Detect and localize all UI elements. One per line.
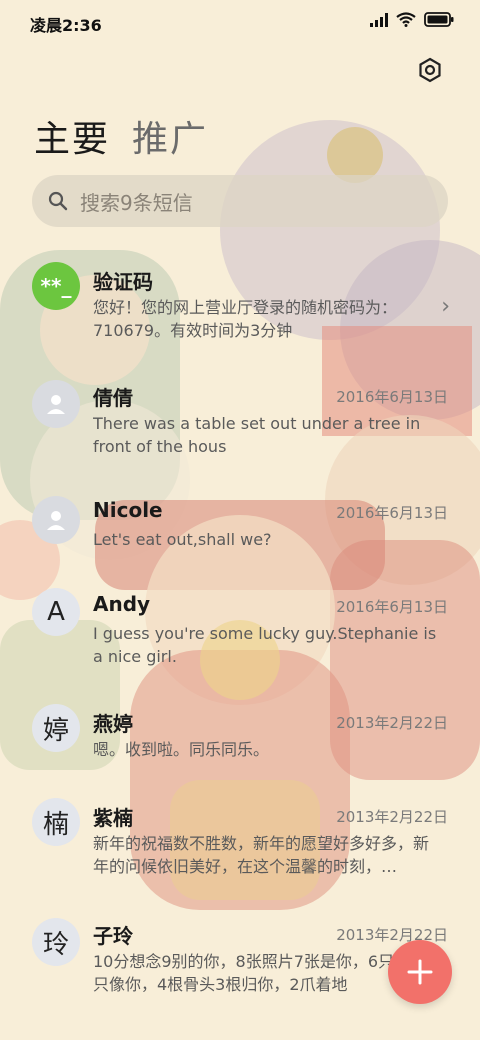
message-preview: 您好！您的网上营业厅登录的随机密码为：710679。有效时间为3分钟 [93,298,398,340]
settings-icon [419,57,441,83]
search-bar[interactable]: 搜索9条短信 [32,175,448,227]
status-bar: 凌晨2:36 [0,0,480,44]
conversation-item[interactable]: **_ 验证码 您好！您的网上营业厅登录的随机密码为：710679。有效时间为3… [0,250,480,360]
message-date: 2016年6月13日 [336,388,448,406]
avatar: A [32,588,80,636]
search-icon [48,191,68,211]
avatar: 楠 [32,798,80,846]
message-date: 2013年2月22日 [336,808,448,826]
conversation-item[interactable]: 婷 燕婷 2013年2月22日 嗯。收到啦。同乐同乐。 [0,700,480,790]
conversation-item[interactable]: A Andy 2016年6月13日 I guess you're some lu… [0,584,480,694]
sender-name: 紫楠 [93,806,133,830]
conversation-item[interactable]: Nicole 2016年6月13日 Let's eat out,shall we… [0,488,480,578]
search-placeholder: 搜索9条短信 [80,190,193,215]
avatar [32,496,80,544]
message-date: 2016年6月13日 [336,598,448,616]
conversation-item[interactable]: 楠 紫楠 2013年2月22日 新年的祝福数不胜数，新年的愿望好多好多，新年的问… [0,794,480,914]
sender-name: Nicole [93,498,163,522]
sender-name: 验证码 [93,270,153,294]
message-preview: Let's eat out,shall we? [93,530,272,549]
wifi-icon [396,12,416,27]
status-icons [370,12,454,27]
message-preview: I guess you're some lucky guy.Stephanie … [93,624,437,666]
tab-bar: 主要 推广 [34,110,208,162]
avatar [32,380,80,428]
sender-name: 子玲 [93,924,133,948]
message-preview: 嗯。收到啦。同乐同乐。 [93,740,270,759]
verification-avatar: **_ [32,262,80,310]
sender-name: Andy [93,592,151,616]
settings-button[interactable] [416,56,444,84]
chevron-right-icon: › [441,294,450,319]
message-date: 2013年2月22日 [336,714,448,732]
avatar: 玲 [32,918,80,966]
sender-name: 燕婷 [93,712,133,736]
new-message-button[interactable] [388,940,452,1004]
status-time: 凌晨2:36 [30,16,102,35]
tab-promotions[interactable]: 推广 [132,110,208,162]
signal-icon [370,12,388,27]
battery-icon [424,12,454,27]
plus-icon [407,959,433,985]
person-icon [47,511,65,530]
person-icon [47,395,65,414]
sender-name: 倩倩 [93,386,133,410]
conversation-item[interactable]: 倩倩 2016年6月13日 There was a table set out … [0,370,480,480]
avatar: 婷 [32,704,80,752]
message-preview: 新年的祝福数不胜数，新年的愿望好多好多，新年的问候依旧美好，在这个温馨的时刻，… [93,834,430,876]
message-preview: There was a table set out under a tree i… [93,414,421,456]
message-date: 2016年6月13日 [336,504,448,522]
tab-primary[interactable]: 主要 [34,110,110,162]
